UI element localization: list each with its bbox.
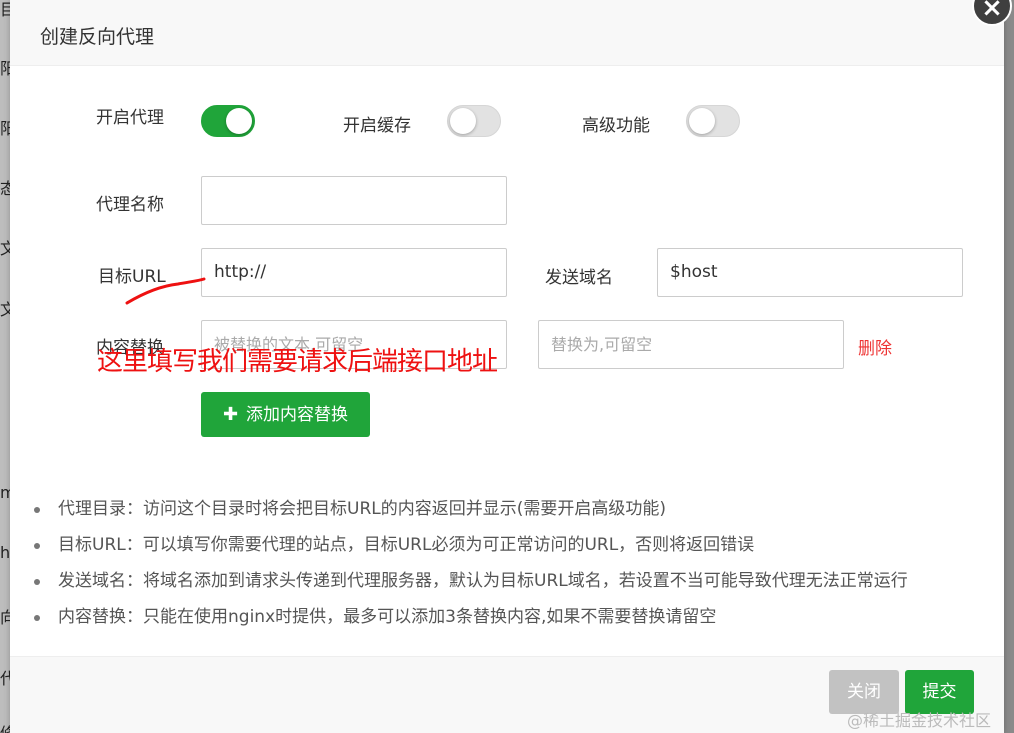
dialog-footer: 关闭 提交 @稀土掘金技术社区 [10, 656, 1004, 733]
reverse-proxy-dialog: 创建反向代理 开启代理 开启缓存 高级功能 代理名称 目标URL http://… [10, 0, 1004, 733]
tip-item: 发送域名：将域名添加到请求头传递到代理服务器，默认为目标URL域名，若设置不当可… [34, 564, 908, 600]
annotation-arrow-stroke [125, 277, 206, 305]
plus-icon: ✚ [222, 404, 239, 425]
tip-item: 内容替换：只能在使用nginx时提供，最多可以添加3条替换内容,如果不需要替换请… [34, 600, 908, 636]
tip-item: 代理目录：访问这个目录时将会把目标URL的内容返回并显示(需要开启高级功能) [34, 492, 908, 528]
add-content-replace-label: 添加内容替换 [246, 405, 349, 425]
tips-list: 代理目录：访问这个目录时将会把目标URL的内容返回并显示(需要开启高级功能) 目… [34, 492, 908, 636]
tip-item: 目标URL：可以填写你需要代理的站点，目标URL必须为可正常访问的URL，否则将… [34, 528, 908, 564]
annotation-text: 这里填写我们需要请求后端接口地址 [97, 347, 498, 377]
watermark: @稀土掘金技术社区 [847, 711, 992, 730]
